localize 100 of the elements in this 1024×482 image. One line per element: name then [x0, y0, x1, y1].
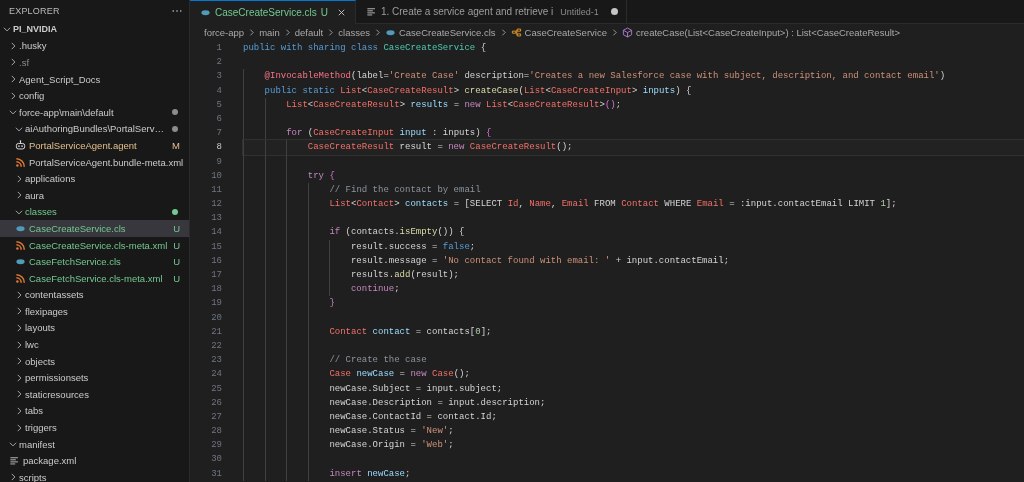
code-line: insert newCase; [329, 467, 411, 481]
folder-item[interactable]: lwc [0, 336, 189, 353]
folder-item[interactable]: permissionsets [0, 369, 189, 387]
breadcrumb-item[interactable]: CaseCreateService [524, 27, 607, 38]
item-label: aura [25, 189, 44, 201]
item-label: aiAuthoringBundles\PortalServ… [25, 123, 164, 135]
cube-icon [621, 27, 633, 38]
code-line: result.message = 'No contact found with email: ' + input.contactEmail; [350, 254, 730, 268]
text-file-icon [9, 455, 20, 467]
folder-item[interactable]: objects [0, 352, 189, 370]
folder-item[interactable]: scripts [0, 469, 189, 482]
file-item[interactable]: CaseFetchService.cls-meta.xml U [0, 269, 189, 287]
item-label: .husky [19, 40, 47, 52]
line-number: 2 [215, 56, 223, 70]
item-label: package.xml [23, 455, 77, 467]
line-number: 22 [210, 339, 223, 353]
breadcrumb-item[interactable]: CaseCreateService.cls [398, 27, 496, 38]
folder-item[interactable]: applications [0, 170, 189, 187]
item-label: scripts [19, 471, 47, 482]
cloud-icon [200, 7, 211, 18]
file-item[interactable]: CaseFetchService.cls U [0, 253, 189, 270]
file-item[interactable]: CaseCreateService.cls-meta.xml U [0, 236, 189, 254]
file-item[interactable]: PortalServiceAgent.agent M [0, 137, 189, 154]
folder-item[interactable]: layouts [0, 319, 189, 337]
code-line: newCase.Origin = 'Web'; [329, 439, 454, 453]
tab-label: CaseCreateService.cls [215, 7, 317, 18]
line-number: 12 [210, 198, 223, 212]
item-label: tabs [25, 405, 43, 417]
item-label: layouts [25, 322, 56, 334]
file-item[interactable]: PortalServiceAgent.bundle-meta.xml [0, 153, 189, 171]
item-label: config [19, 90, 45, 102]
line-number: 19 [210, 297, 223, 311]
folder-item[interactable]: triggers [0, 419, 189, 436]
folder-item[interactable]: tabs [0, 402, 189, 420]
class-icon [510, 27, 522, 38]
item-label: CaseCreateService.cls-meta.xml [29, 239, 168, 251]
code-line: List<Contact> contacts = [SELECT Id, Name, Email FROM Contact WHERE Email = :input.contactEmail LIMIT 1]; [329, 198, 897, 212]
file-item[interactable]: package.xml [0, 452, 189, 470]
line-number: 27 [210, 410, 223, 424]
folder-item[interactable]: config [0, 87, 189, 104]
folder-item[interactable]: .sf [0, 54, 189, 71]
cloud-icon [384, 27, 396, 38]
code-line: List<CaseCreateResult> results = new List<CaseCreateResult>(); [286, 98, 622, 112]
code-line: public static List<CaseCreateResult> createCase(List<CaseCreateInput> inputs) { [264, 84, 692, 98]
text-file-icon [365, 6, 377, 17]
editor-tab[interactable]: CaseCreateService.cls U [190, 0, 356, 24]
git-status-letter: U [173, 272, 180, 284]
line-number: 14 [210, 226, 223, 240]
folder-item[interactable]: manifest [0, 435, 189, 453]
line-number: 13 [210, 212, 223, 226]
folder-item[interactable]: aiAuthoringBundles\PortalServ… [0, 120, 189, 138]
code-line: continue; [350, 283, 400, 297]
folder-item[interactable]: .husky [0, 37, 189, 55]
line-number: 11 [210, 183, 223, 197]
folder-item[interactable]: PI_NVIDIA [0, 21, 189, 38]
item-label: Agent_Script_Docs [19, 73, 101, 85]
line-number: 21 [210, 325, 223, 339]
folder-item[interactable]: force-app\main\default [0, 103, 189, 121]
folder-item[interactable]: classes [0, 203, 189, 221]
folder-item[interactable]: flexipages [0, 303, 189, 320]
breadcrumb-item[interactable]: main [259, 27, 280, 38]
line-number: 3 [215, 70, 223, 84]
item-label: applications [25, 173, 76, 185]
code-line: // Find the contact by email [329, 183, 481, 197]
git-status-letter: U [320, 7, 328, 18]
code-line: newCase.Status = 'New'; [329, 425, 454, 439]
rss-icon [15, 272, 26, 284]
file-item[interactable]: CaseCreateService.cls U [0, 220, 189, 237]
line-number: 23 [210, 354, 223, 368]
breadcrumb-item[interactable]: default [294, 27, 324, 38]
item-label: PI_NVIDIA [13, 24, 57, 35]
rss-icon [15, 156, 26, 168]
chevron-right-icon [326, 28, 336, 37]
breadcrumb-item[interactable]: createCase(List<CaseCreateInput>) : List<CaseCreateResult> [635, 27, 900, 38]
git-status-letter: U [173, 239, 180, 251]
line-number: 20 [210, 311, 223, 325]
git-status-letter: U [173, 256, 180, 268]
code-line: public with sharing class CaseCreateService { [243, 42, 487, 55]
code-line: } [329, 297, 335, 311]
item-label: force-app\main\default [19, 106, 114, 118]
item-label: staticresources [25, 388, 89, 400]
breadcrumb-item[interactable]: force-app [204, 27, 245, 38]
folder-item[interactable]: contentassets [0, 286, 189, 304]
line-number: 17 [210, 269, 223, 282]
line-number: 31 [210, 467, 223, 481]
folder-item[interactable]: Agent_Script_Docs [0, 70, 189, 88]
code-line: // Create the case [329, 354, 427, 368]
folder-item[interactable]: aura [0, 186, 189, 204]
code-line: result.success = false; [350, 240, 476, 254]
item-label: PortalServiceAgent.agent [29, 139, 137, 151]
item-label: CaseFetchService.cls [29, 256, 121, 268]
line-number: 1 [215, 42, 223, 55]
sidebar-title: EXPLORER [9, 5, 60, 16]
item-label: contentassets [25, 289, 84, 301]
folder-item[interactable]: staticresources [0, 386, 189, 403]
code-line: Contact contact = contacts[0]; [329, 325, 492, 339]
breadcrumb-item[interactable]: classes [338, 27, 370, 38]
line-number: 29 [210, 439, 223, 453]
code-line: newCase.ContactId = contact.Id; [329, 410, 497, 424]
robot-icon [15, 139, 26, 151]
